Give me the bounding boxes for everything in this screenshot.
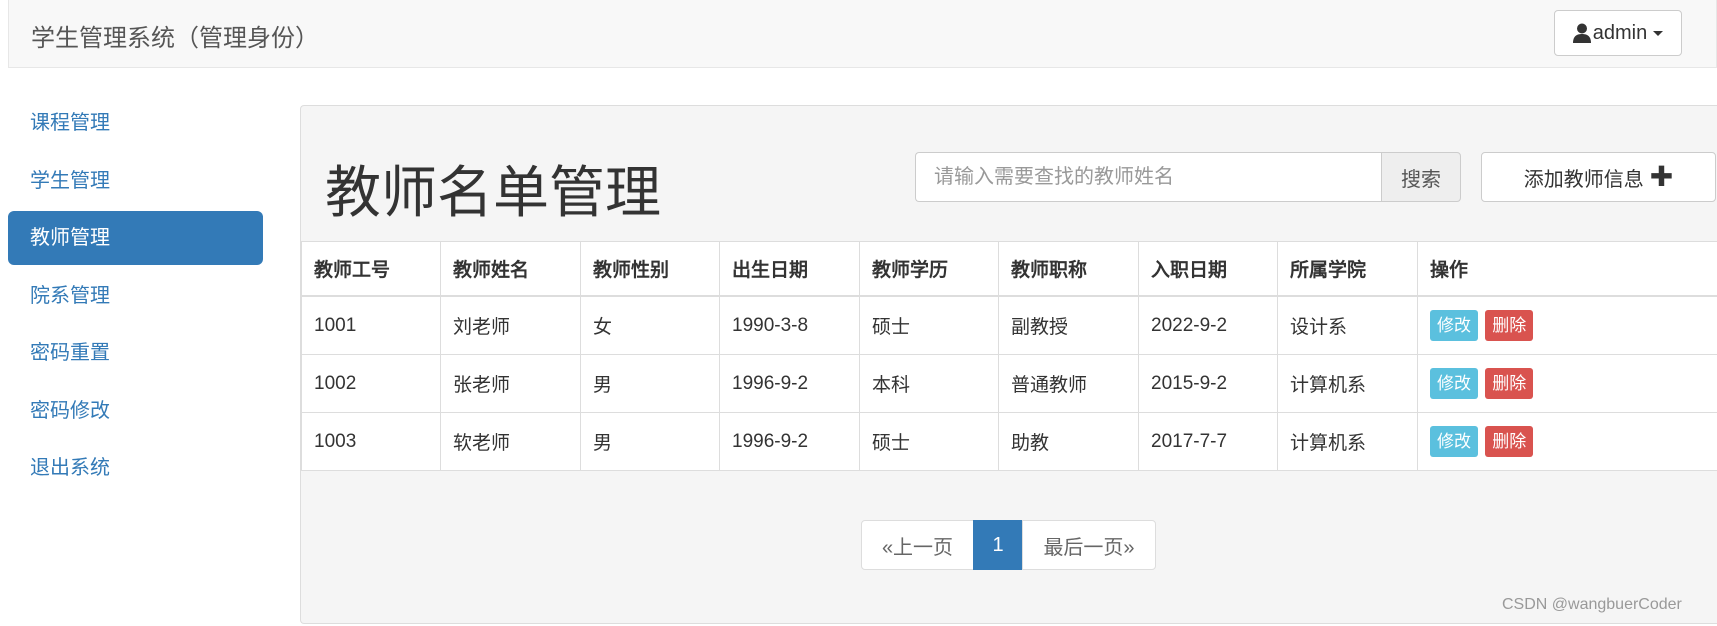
table-row: 1001 刘老师 女 1990-3-8 硕士 副教授 2022-9-2 设计系 … <box>301 295 1717 355</box>
header-department: 所属学院 <box>1277 241 1418 297</box>
cell-education: 本科 <box>859 354 999 413</box>
cell-teacher-id: 1003 <box>301 412 441 471</box>
delete-button[interactable]: 删除 <box>1485 426 1534 457</box>
sidebar-item-courses[interactable]: 课程管理 <box>8 96 263 150</box>
header-title: 教师职称 <box>998 241 1139 297</box>
cell-hire-date: 2015-9-2 <box>1138 354 1278 413</box>
header-teacher-gender: 教师性别 <box>580 241 720 297</box>
cell-teacher-gender: 男 <box>580 354 720 413</box>
cell-teacher-gender: 男 <box>580 412 720 471</box>
cell-teacher-name: 软老师 <box>440 412 581 471</box>
watermark: CSDN @wangbuerCoder <box>1502 596 1682 613</box>
header-hire-date: 入职日期 <box>1138 241 1278 297</box>
user-name: admin <box>1592 21 1648 44</box>
add-teacher-label: 添加教师信息 <box>1523 168 1644 191</box>
teacher-table: 教师工号 教师姓名 教师性别 出生日期 教师学历 教师职称 入职日期 所属学院 … <box>301 241 1717 471</box>
cell-birth-date: 1996-9-2 <box>719 354 860 413</box>
edit-button[interactable]: 修改 <box>1430 368 1478 399</box>
sidebar-item-students[interactable]: 学生管理 <box>8 154 263 208</box>
cell-birth-date: 1990-3-8 <box>719 295 860 355</box>
table-header-row: 教师工号 教师姓名 教师性别 出生日期 教师学历 教师职称 入职日期 所属学院 … <box>301 241 1717 297</box>
cell-education: 硕士 <box>859 412 999 471</box>
cell-department: 设计系 <box>1277 295 1418 355</box>
cell-actions: 修改 删除 <box>1417 354 1717 413</box>
cell-hire-date: 2022-9-2 <box>1138 295 1278 355</box>
app-title: 学生管理系统（管理身份） <box>31 25 319 52</box>
user-icon <box>1572 23 1591 43</box>
delete-button[interactable]: 删除 <box>1485 310 1534 341</box>
sidebar-item-teachers[interactable]: 教师管理 <box>8 211 263 265</box>
cell-title: 助教 <box>998 412 1139 471</box>
header-birth-date: 出生日期 <box>719 241 860 297</box>
cell-actions: 修改 删除 <box>1417 295 1717 355</box>
pagination: «上一页 1 最后一页» <box>861 520 1156 570</box>
sidebar-item-departments[interactable]: 院系管理 <box>8 269 263 323</box>
sidebar-item-password-change[interactable]: 密码修改 <box>8 384 263 438</box>
sidebar-item-logout[interactable]: 退出系统 <box>8 441 263 495</box>
search-button[interactable]: 搜索 <box>1381 152 1461 202</box>
delete-button[interactable]: 删除 <box>1485 368 1534 399</box>
cell-teacher-id: 1001 <box>301 295 441 355</box>
sidebar: 课程管理 学生管理 教师管理 院系管理 密码重置 密码修改 退出系统 <box>8 96 263 499</box>
cell-teacher-gender: 女 <box>580 295 720 355</box>
search-input[interactable] <box>915 152 1381 202</box>
caret-down-icon <box>1653 30 1664 36</box>
cell-teacher-name: 张老师 <box>440 354 581 413</box>
header-actions: 操作 <box>1417 241 1717 297</box>
cell-actions: 修改 删除 <box>1417 412 1717 471</box>
top-navbar: 学生管理系统（管理身份） admin <box>8 0 1717 68</box>
main-panel: 教师名单管理 搜索 添加教师信息 ✚ 教师工号 教师姓名 教师性别 出生日期 教… <box>300 105 1717 624</box>
cell-teacher-id: 1002 <box>301 354 441 413</box>
cell-education: 硕士 <box>859 295 999 355</box>
edit-button[interactable]: 修改 <box>1430 426 1478 457</box>
sidebar-item-password-reset[interactable]: 密码重置 <box>8 326 263 380</box>
search-group: 搜索 <box>915 152 1461 202</box>
table-row: 1003 软老师 男 1996-9-2 硕士 助教 2017-7-7 计算机系 … <box>301 412 1717 471</box>
edit-button[interactable]: 修改 <box>1430 310 1478 341</box>
header-teacher-id: 教师工号 <box>301 241 441 297</box>
pagination-prev-button[interactable]: «上一页 <box>861 520 974 570</box>
plus-icon: ✚ <box>1649 161 1674 192</box>
cell-hire-date: 2017-7-7 <box>1138 412 1278 471</box>
table-row: 1002 张老师 男 1996-9-2 本科 普通教师 2015-9-2 计算机… <box>301 354 1717 413</box>
cell-department: 计算机系 <box>1277 354 1418 413</box>
header-education: 教师学历 <box>859 241 999 297</box>
page-title: 教师名单管理 <box>325 161 661 224</box>
user-menu-button[interactable]: admin <box>1554 10 1682 56</box>
cell-department: 计算机系 <box>1277 412 1418 471</box>
cell-title: 普通教师 <box>998 354 1139 413</box>
add-teacher-button[interactable]: 添加教师信息 ✚ <box>1481 152 1716 202</box>
cell-teacher-name: 刘老师 <box>440 295 581 355</box>
cell-title: 副教授 <box>998 295 1139 355</box>
cell-birth-date: 1996-9-2 <box>719 412 860 471</box>
pagination-page-1[interactable]: 1 <box>973 520 1023 570</box>
header-teacher-name: 教师姓名 <box>440 241 581 297</box>
pagination-last-button[interactable]: 最后一页» <box>1022 520 1156 570</box>
